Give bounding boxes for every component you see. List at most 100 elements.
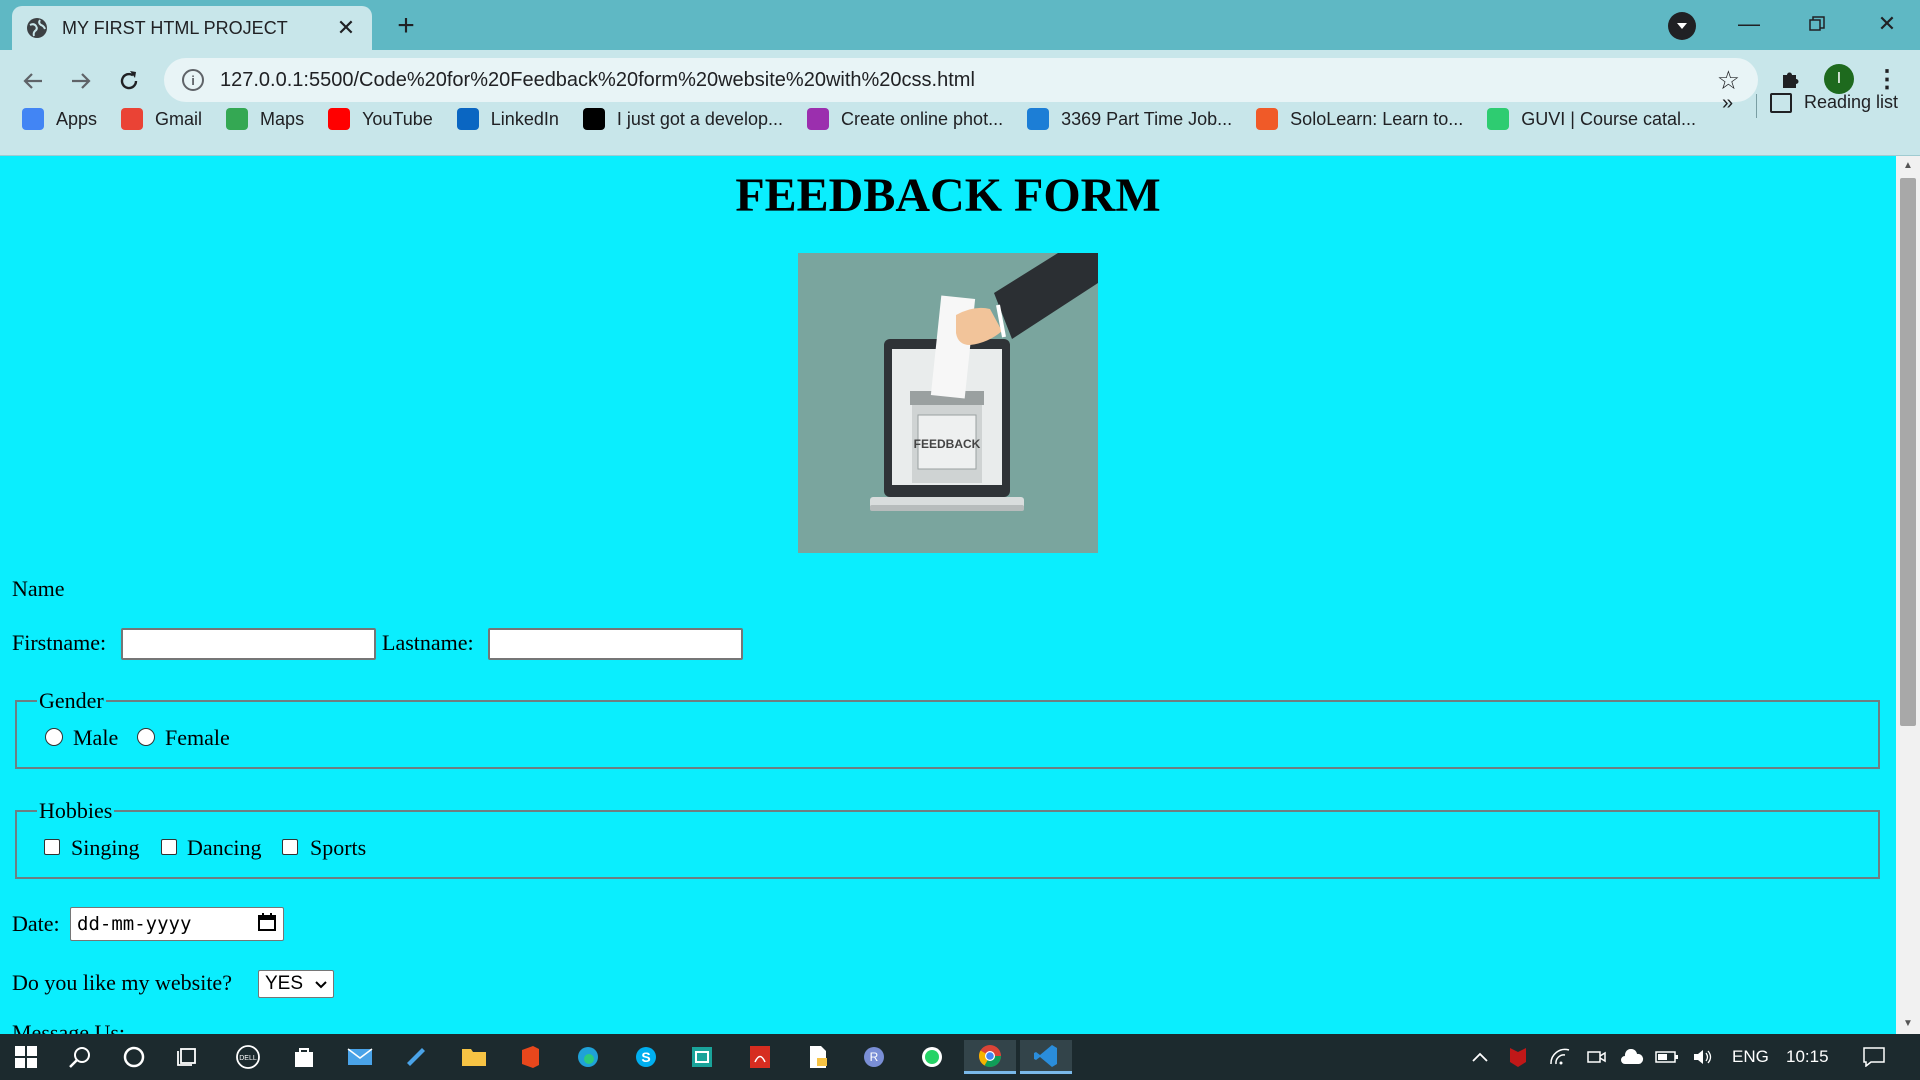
bookmark-label: Apps <box>56 108 98 129</box>
reload-button[interactable] <box>110 62 148 100</box>
pen-app-icon[interactable] <box>394 1040 438 1074</box>
bookmarks-overflow-button[interactable]: » <box>1722 92 1733 115</box>
address-bar[interactable]: i 127.0.0.1:5500/Code%20for%20Feedback%2… <box>164 58 1758 102</box>
minimize-icon[interactable]: — <box>1724 4 1774 44</box>
store-icon[interactable] <box>282 1040 326 1074</box>
indeed-icon <box>1027 108 1050 130</box>
file-explorer-icon[interactable] <box>452 1040 496 1074</box>
hobby-singing-checkbox[interactable] <box>44 839 60 855</box>
bookmark-star-icon[interactable]: ☆ <box>1717 65 1740 96</box>
chrome-menu-icon[interactable]: ⋮ <box>1872 64 1902 94</box>
hobbies-fieldset: Hobbies Singing Dancing Sports <box>15 798 1880 879</box>
hobby-dancing-checkbox[interactable] <box>161 839 177 855</box>
chrome-icon[interactable] <box>964 1040 1016 1074</box>
bookmark-item[interactable]: Maps <box>226 108 304 130</box>
scroll-up-icon[interactable]: ▲ <box>1902 160 1914 172</box>
site-info-icon[interactable]: i <box>182 69 204 91</box>
hobby-dancing-label: Dancing <box>187 835 262 860</box>
scroll-down-icon[interactable]: ▼ <box>1902 1018 1914 1030</box>
page-scrollbar[interactable]: ▲ ▼ <box>1896 156 1920 1034</box>
tray-chevron-up-icon[interactable] <box>1466 1040 1494 1074</box>
bookmark-item[interactable]: Apps <box>22 108 97 130</box>
youtube-icon <box>328 108 351 130</box>
whatsapp-icon[interactable] <box>910 1040 954 1074</box>
gender-male-radio[interactable] <box>45 728 63 746</box>
document-app-icon[interactable] <box>796 1040 840 1074</box>
page-viewport: FEEDBACK FORM FEEDBACK Name Firstname: L… <box>0 156 1896 1034</box>
restore-icon[interactable] <box>1792 4 1842 44</box>
maps-icon <box>226 108 249 130</box>
mcafee-icon[interactable] <box>1502 1040 1534 1074</box>
clock-time[interactable]: 10:15 <box>1786 1047 1829 1067</box>
new-tab-button[interactable]: + <box>390 9 422 42</box>
edge-icon[interactable] <box>566 1040 610 1074</box>
search-icon[interactable] <box>58 1040 102 1074</box>
forward-button[interactable] <box>62 62 100 100</box>
bookmark-label: Create online phot... <box>840 108 1004 129</box>
bookmark-item[interactable]: YouTube <box>328 108 433 130</box>
svg-text:S: S <box>641 1049 650 1065</box>
message-label: Message Us: <box>12 1020 126 1034</box>
lastname-input[interactable] <box>488 628 743 660</box>
bookmark-item[interactable]: SoloLearn: Learn to... <box>1256 108 1463 130</box>
mail-icon[interactable] <box>338 1040 382 1074</box>
name-label: Name <box>12 576 65 601</box>
battery-icon[interactable] <box>1652 1040 1682 1074</box>
notifications-icon[interactable] <box>1856 1040 1892 1074</box>
bookmark-label: I just got a develop... <box>616 108 783 129</box>
wifi-icon[interactable] <box>1546 1040 1574 1074</box>
like-website-select[interactable]: YES <box>258 970 334 998</box>
scrollbar-thumb[interactable] <box>1900 178 1916 726</box>
office-icon[interactable] <box>508 1040 552 1074</box>
cortana-icon[interactable] <box>112 1040 156 1074</box>
collage-icon <box>806 108 829 130</box>
bookmark-label: SoloLearn: Learn to... <box>1290 108 1464 129</box>
bookmark-item[interactable]: 3369 Part Time Job... <box>1027 108 1232 130</box>
like-website-label: Do you like my website? <box>12 970 232 995</box>
profile-avatar[interactable]: I <box>1824 64 1854 94</box>
gender-legend: Gender <box>37 688 106 714</box>
extensions-puzzle-icon[interactable] <box>1776 64 1806 94</box>
windows-start-icon[interactable] <box>4 1040 48 1074</box>
windows-taskbar: DELL S R ENG 10:15 <box>0 1034 1920 1080</box>
hobby-sports-checkbox[interactable] <box>282 839 298 855</box>
date-input[interactable]: dd-mm-yyyy <box>70 907 284 941</box>
calendar-icon[interactable] <box>257 912 277 937</box>
vscode-icon[interactable] <box>1020 1040 1072 1074</box>
acrobat-icon[interactable] <box>738 1040 782 1074</box>
tab-close-icon[interactable]: ✕ <box>334 15 358 40</box>
reading-list-button[interactable]: Reading list <box>1770 92 1898 113</box>
date-placeholder: dd-mm-yyyy <box>77 913 192 935</box>
language-indicator[interactable]: ENG <box>1732 1047 1769 1067</box>
tab-search-icon[interactable] <box>1668 12 1696 40</box>
close-window-icon[interactable]: ✕ <box>1862 4 1912 44</box>
dell-icon[interactable]: DELL <box>226 1040 270 1074</box>
globe-icon <box>26 17 48 39</box>
task-view-icon[interactable] <box>166 1040 210 1074</box>
hobby-singing-label: Singing <box>71 835 140 860</box>
firstname-label: Firstname: <box>12 630 107 655</box>
url-text[interactable]: 127.0.0.1:5500/Code%20for%20Feedback%20f… <box>220 69 1717 92</box>
bookmark-item[interactable]: I just got a develop... <box>582 108 783 130</box>
gender-female-radio[interactable] <box>137 728 155 746</box>
onedrive-cloud-icon[interactable] <box>1616 1040 1648 1074</box>
browser-tab[interactable]: MY FIRST HTML PROJECT ✕ <box>12 6 372 50</box>
chevron-down-icon <box>315 973 327 995</box>
bookmark-item[interactable]: Gmail <box>121 108 202 130</box>
back-button[interactable] <box>14 62 52 100</box>
volume-icon[interactable] <box>1688 1040 1718 1074</box>
meet-now-icon[interactable] <box>1582 1040 1610 1074</box>
bookmark-item[interactable]: GUVI | Course catal... <box>1487 108 1696 130</box>
bookmarks-bar: Apps Gmail Maps YouTube LinkedIn I just got a… <box>0 102 1920 136</box>
firstname-input[interactable] <box>121 628 376 660</box>
guvi-icon <box>1487 108 1510 130</box>
bookmark-item[interactable]: LinkedIn <box>456 108 559 130</box>
svg-text:DELL: DELL <box>239 1055 257 1062</box>
remote-app-icon[interactable] <box>680 1040 724 1074</box>
bookmark-item[interactable]: Create online phot... <box>806 108 1004 130</box>
hobby-sports-label: Sports <box>310 835 367 860</box>
apps-grid-icon <box>22 108 44 130</box>
reading-list-icon <box>1770 92 1792 113</box>
r-app-icon[interactable]: R <box>852 1040 896 1074</box>
skype-icon[interactable]: S <box>624 1040 668 1074</box>
